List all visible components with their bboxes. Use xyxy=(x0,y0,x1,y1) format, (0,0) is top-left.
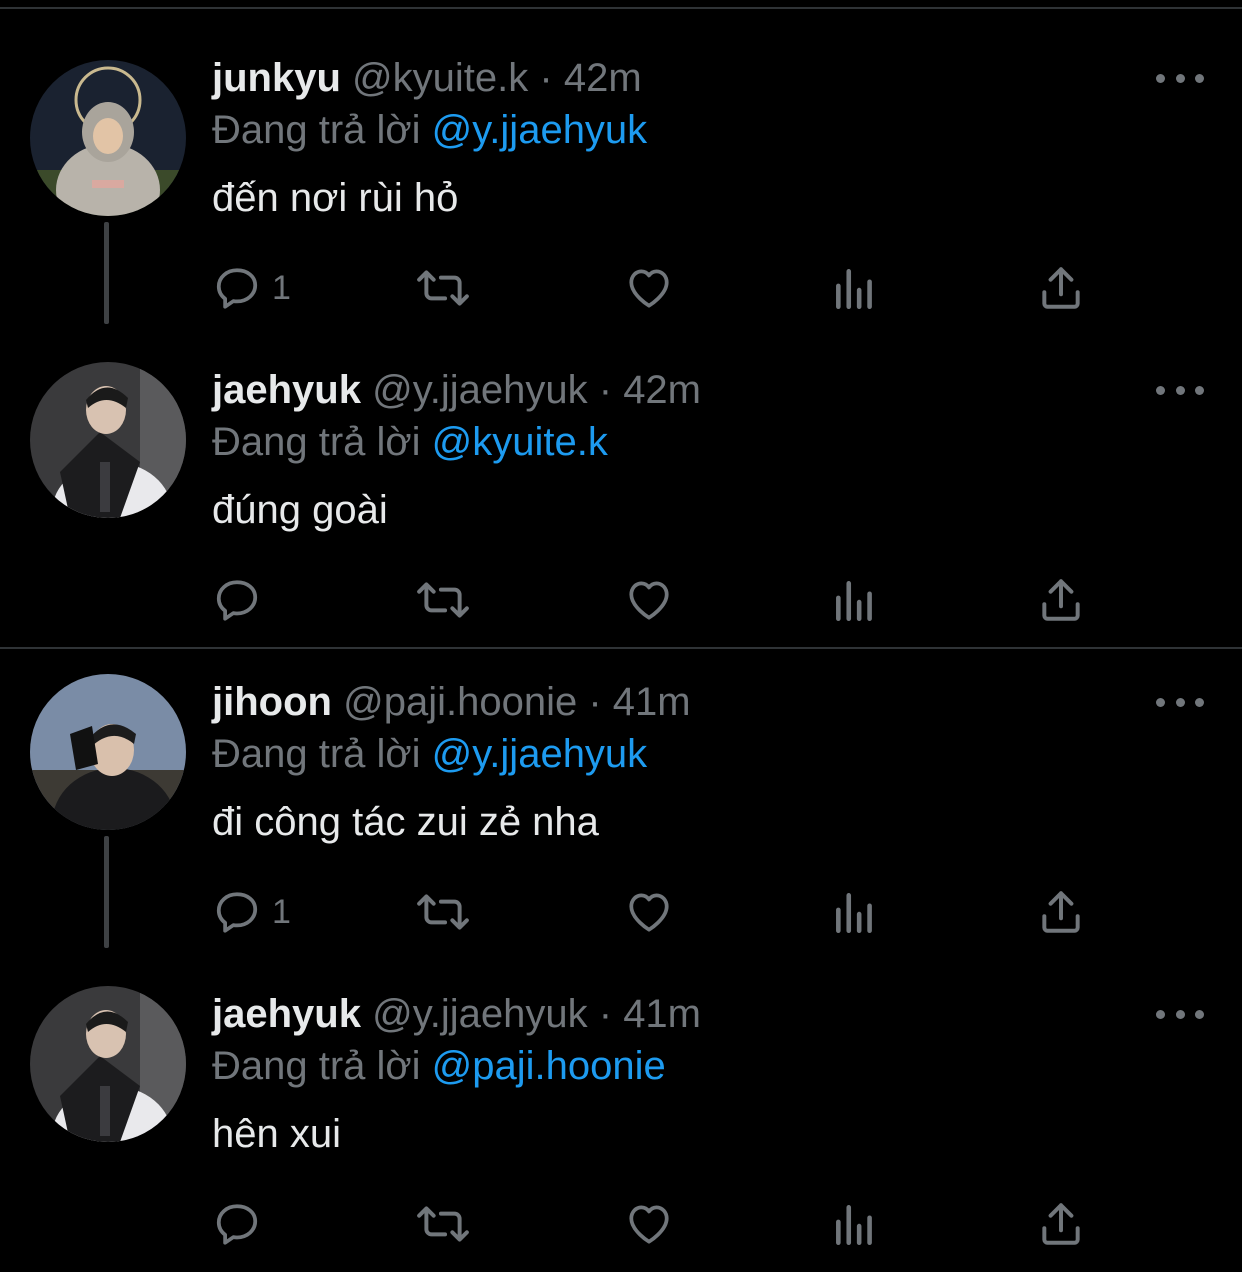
reply-icon xyxy=(216,268,258,309)
retweet-icon xyxy=(417,894,469,930)
tweet-item[interactable]: jaehyuk @y.jjaehyuk · 41m Đang trả lời @… xyxy=(0,948,1242,1260)
reply-button[interactable]: 1 xyxy=(212,258,291,318)
reply-button[interactable] xyxy=(212,1194,272,1254)
reply-icon xyxy=(216,1204,258,1245)
avatar[interactable] xyxy=(30,986,186,1142)
tweet-item[interactable]: junkyu @kyuite.k · 42m Đang trả lời @y.j… xyxy=(0,12,1242,324)
share-icon xyxy=(1042,891,1080,933)
tweet-header: jihoon @paji.hoonie · 41m xyxy=(212,678,691,726)
more-icon[interactable] xyxy=(1156,64,1204,92)
avatar[interactable] xyxy=(30,674,186,830)
action-bar xyxy=(0,1194,1242,1254)
like-button[interactable] xyxy=(624,258,674,318)
views-icon xyxy=(836,269,872,310)
retweet-icon xyxy=(417,582,469,618)
separator-dot: · xyxy=(598,368,613,412)
replying-to: Đang trả lời @kyuite.k xyxy=(212,418,608,466)
avatar[interactable] xyxy=(30,60,186,216)
reply-button[interactable] xyxy=(212,570,272,630)
tweet-header: jaehyuk @y.jjaehyuk · 42m xyxy=(212,366,701,414)
replying-to: Đang trả lời @paji.hoonie xyxy=(212,1042,666,1090)
replying-to-label: Đang trả lời xyxy=(212,108,421,152)
views-button[interactable] xyxy=(832,570,878,630)
separator-dot: · xyxy=(598,992,613,1036)
share-button[interactable] xyxy=(1036,1194,1086,1254)
like-button[interactable] xyxy=(624,882,674,942)
top-divider xyxy=(0,7,1242,9)
replying-to-label: Đang trả lời xyxy=(212,732,421,776)
separator-dot: · xyxy=(539,56,553,100)
more-icon[interactable] xyxy=(1156,688,1204,716)
user-handle[interactable]: @y.jjaehyuk xyxy=(372,368,588,412)
views-icon xyxy=(836,1205,872,1246)
display-name[interactable]: junkyu xyxy=(212,56,341,100)
separator-dot: · xyxy=(588,680,602,724)
views-icon xyxy=(836,893,872,934)
reply-button[interactable]: 1 xyxy=(212,882,291,942)
mention-link[interactable]: @y.jjaehyuk xyxy=(432,732,648,776)
reply-count: 1 xyxy=(272,268,291,307)
mention-link[interactable]: @kyuite.k xyxy=(432,420,608,464)
heart-icon xyxy=(629,581,669,620)
user-handle[interactable]: @kyuite.k xyxy=(352,56,528,100)
retweet-button[interactable] xyxy=(416,258,470,318)
share-icon xyxy=(1042,1203,1080,1245)
display-name[interactable]: jihoon xyxy=(212,680,332,724)
like-button[interactable] xyxy=(624,570,674,630)
tweet-header: junkyu @kyuite.k · 42m xyxy=(212,54,642,102)
display-name[interactable]: jaehyuk xyxy=(212,368,361,412)
action-bar xyxy=(0,570,1242,630)
tweet-item[interactable]: jihoon @paji.hoonie · 41m Đang trả lời @… xyxy=(0,636,1242,948)
share-button[interactable] xyxy=(1036,258,1086,318)
retweet-button[interactable] xyxy=(416,570,470,630)
timestamp[interactable]: 41m xyxy=(623,992,701,1036)
retweet-icon xyxy=(417,270,469,306)
reply-icon xyxy=(216,580,258,621)
share-button[interactable] xyxy=(1036,570,1086,630)
replying-to: Đang trả lời @y.jjaehyuk xyxy=(212,730,647,778)
mention-link[interactable]: @paji.hoonie xyxy=(432,1044,666,1088)
tweet-header: jaehyuk @y.jjaehyuk · 41m xyxy=(212,990,701,1038)
user-handle[interactable]: @paji.hoonie xyxy=(343,680,577,724)
avatar[interactable] xyxy=(30,362,186,518)
retweet-button[interactable] xyxy=(416,882,470,942)
reply-count: 1 xyxy=(272,892,291,931)
timestamp[interactable]: 41m xyxy=(613,680,691,724)
timestamp[interactable]: 42m xyxy=(623,368,701,412)
views-button[interactable] xyxy=(832,258,878,318)
share-icon xyxy=(1042,267,1080,309)
share-button[interactable] xyxy=(1036,882,1086,942)
tweet-text: đến nơi rùi hỏ xyxy=(212,176,459,220)
retweet-button[interactable] xyxy=(416,1194,470,1254)
tweet-text: đúng goài xyxy=(212,488,388,532)
views-button[interactable] xyxy=(832,1194,878,1254)
user-handle[interactable]: @y.jjaehyuk xyxy=(372,992,588,1036)
timestamp[interactable]: 42m xyxy=(564,56,642,100)
share-icon xyxy=(1042,579,1080,621)
tweet-text: đi công tác zui zẻ nha xyxy=(212,800,599,844)
replying-to-label: Đang trả lời xyxy=(212,1044,421,1088)
replying-to-label: Đang trả lời xyxy=(212,420,421,464)
mention-link[interactable]: @y.jjaehyuk xyxy=(432,108,648,152)
views-button[interactable] xyxy=(832,882,878,942)
views-icon xyxy=(836,581,872,622)
tweet-item[interactable]: jaehyuk @y.jjaehyuk · 42m Đang trả lời @… xyxy=(0,324,1242,636)
more-icon[interactable] xyxy=(1156,376,1204,404)
heart-icon xyxy=(629,269,669,308)
reply-icon xyxy=(216,892,258,933)
replying-to: Đang trả lời @y.jjaehyuk xyxy=(212,106,647,154)
display-name[interactable]: jaehyuk xyxy=(212,992,361,1036)
heart-icon xyxy=(629,1205,669,1244)
action-bar: 1 xyxy=(0,258,1242,318)
tweet-text: hên xui xyxy=(212,1112,341,1156)
more-icon[interactable] xyxy=(1156,1000,1204,1028)
retweet-icon xyxy=(417,1206,469,1242)
action-bar: 1 xyxy=(0,882,1242,942)
heart-icon xyxy=(629,893,669,932)
like-button[interactable] xyxy=(624,1194,674,1254)
